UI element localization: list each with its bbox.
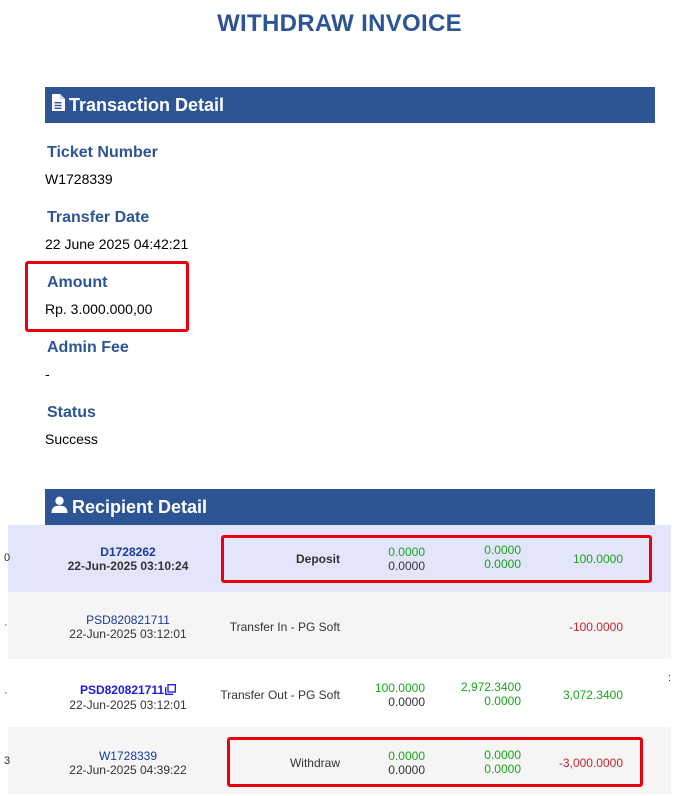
copy-icon[interactable] [165,683,176,698]
ticket-date: 22-Jun-2025 04:39:22 [69,763,187,777]
ticket-number-value: W1728339 [45,171,113,187]
ticket-cell: D1728262 22-Jun-2025 03:10:24 [43,545,213,573]
amount-col1: 100.0000 0.0000 [375,681,425,709]
ticket-id-text: PSD820821711 [79,683,165,697]
ticket-id-link[interactable]: W1728339 [43,749,213,763]
admin-fee-value: - [45,366,50,382]
status-value: Success [45,431,98,447]
row-edge-cell-right: : [668,672,672,684]
document-icon [51,94,69,116]
transaction-detail-header: Transaction Detail [45,87,655,123]
result-amount: -100.0000 [568,620,623,634]
amount-col2: 2,972.3400 0.0000 [461,680,521,708]
col2-top: 2,972.3400 [460,680,521,694]
table-row: · PSD820821711 22-Jun-2025 03:12:01 Tran… [4,592,671,659]
ticket-cell: W1728339 22-Jun-2025 04:39:22 [43,749,213,777]
admin-fee-label: Admin Fee [47,339,129,356]
ticket-date: 22-Jun-2025 03:10:24 [67,559,189,573]
ticket-cell: PSD820821711 22-Jun-2025 03:12:01 [43,683,213,712]
recipient-detail-title: Recipient Detail [72,496,208,517]
ticket-id-link[interactable]: PSD820821711 [43,613,213,627]
col1-top: 100.0000 [374,681,425,695]
transaction-type: Transfer In - PG Soft [229,620,340,634]
ticket-date: 22-Jun-2025 03:12:01 [69,697,187,712]
ticket-cell: PSD820821711 22-Jun-2025 03:12:01 [43,613,213,641]
transfer-date-value: 22 June 2025 04:42:21 [45,236,189,252]
deposit-row-highlight-box [221,535,652,583]
user-icon [51,496,72,518]
ticket-date: 22-Jun-2025 03:12:01 [69,627,187,641]
ticket-id-link[interactable]: PSD820821711 [43,683,213,698]
table-row: · PSD820821711 22-Jun-2025 03:12:01 Tran… [4,660,672,727]
row-edge-cell: · [4,687,8,699]
result-amount: 3,072.3400 [562,688,623,702]
transaction-detail-title: Transaction Detail [69,94,225,115]
transfer-date-label: Transfer Date [47,209,150,226]
ticket-id-link[interactable]: D1728262 [43,545,213,559]
col2-bottom: 0.0000 [484,694,521,708]
row-edge-cell: · [4,619,8,631]
recipient-detail-header: Recipient Detail [45,489,655,525]
transaction-type: Transfer Out - PG Soft [220,688,340,702]
col1-bottom: 0.0000 [388,695,425,709]
row-edge-cell: 3 [4,755,11,767]
page-title: WITHDRAW INVOICE [217,10,462,37]
row-edge-cell: 0 [4,552,11,564]
withdraw-row-highlight-box [227,737,643,787]
status-label: Status [47,404,96,421]
ticket-number-label: Ticket Number [47,144,158,161]
amount-highlight-box [25,261,189,332]
